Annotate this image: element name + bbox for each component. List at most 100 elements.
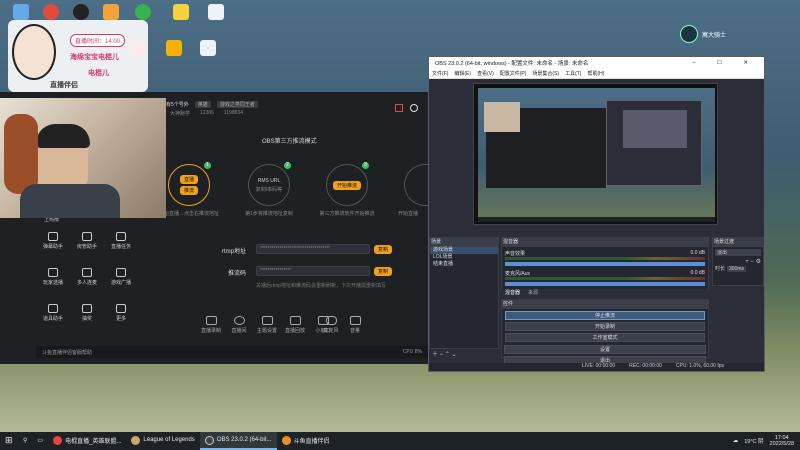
taskbar: ⊞ ⚲ ▭ 电棍直播_英雄联盟... League of Legends OBS… [0, 432, 800, 450]
app-stat-2: 12306 [200, 110, 214, 116]
rtmp-copy-button[interactable]: 复制 [374, 245, 393, 254]
desktop-icon-7[interactable] [203, 4, 229, 21]
overlay-avatar [12, 24, 56, 80]
step-1-button-push[interactable]: 推流 [179, 186, 198, 195]
obs-mode-heading: OBS第三方推流模式 [262, 139, 317, 145]
tab-sources[interactable]: 来源 [528, 289, 538, 298]
menu-room-admin[interactable]: 房管助手 [74, 232, 100, 250]
mixer-item-1-value: 0.0 dB [690, 250, 705, 256]
weather-text[interactable]: 19°C 阴 [744, 437, 763, 445]
stream-key-copy-button[interactable]: 复制 [374, 267, 393, 276]
scene-item[interactable]: 游戏场景 [430, 247, 498, 254]
stop-streaming-button[interactable]: 停止推流 [505, 311, 705, 320]
settings-button-visible[interactable]: 设置 [504, 345, 706, 354]
stream-key-input[interactable]: **************** [256, 266, 370, 276]
weather-icon[interactable]: ☁ [733, 438, 739, 444]
desktop-icon-10[interactable] [195, 40, 221, 57]
webcam-plush [4, 114, 38, 194]
app-stat-3: 1198834 [223, 110, 244, 116]
taskbar-item-lol[interactable]: League of Legends [126, 432, 199, 450]
menu-multi-mic[interactable]: 多人连麦 [74, 268, 100, 286]
app-close-icon[interactable] [410, 104, 418, 112]
menu-game-broadcast[interactable]: 游戏广播 [108, 268, 134, 286]
desktop-app-icon-right[interactable]: 寓大骑士 [680, 22, 760, 46]
mixer-item-2-meter [505, 277, 705, 280]
clock-date: 2022/5/28 [769, 441, 794, 447]
start-button[interactable]: ⊞ [0, 432, 18, 450]
left-menu-grid: 弹幕助手 房管助手 直播任务 玩家选播 多人连麦 游戏广播 道具助手 抽奖 更多 [40, 232, 140, 352]
desktop-right-label: 寓大骑士 [702, 32, 727, 39]
preview-webcam [484, 102, 520, 132]
tab-mixer[interactable]: 混音器 [505, 289, 520, 298]
menu-props[interactable]: 道具助手 [40, 304, 66, 322]
tool-record[interactable]: 直播录制 [196, 316, 226, 334]
menu-more[interactable]: 更多 [108, 304, 134, 322]
step-1-button-live[interactable]: 直播 [179, 175, 198, 184]
mixer-item-1-slider[interactable] [505, 262, 705, 266]
desktop-icon-4[interactable] [98, 4, 124, 21]
obs-preview[interactable] [473, 83, 718, 225]
obs-window: OBS 23.0.2 (64-bit, windows) - 配置文件: 未命名… [428, 56, 765, 372]
obs-menu-tools[interactable]: 工具(T) [565, 70, 581, 77]
stream-key-label: 推流码 [228, 271, 247, 277]
preview-inner-desktop [478, 88, 715, 222]
taskbar-item-chrome[interactable]: 电棍直播_英雄联盟... [48, 432, 126, 450]
obs-menu-edit[interactable]: 编辑(E) [454, 70, 471, 77]
transition-add-remove[interactable]: + − ⚙ [715, 258, 761, 265]
rtmp-input[interactable]: ************************************ [256, 244, 370, 254]
tool-room[interactable]: 直播间 [224, 316, 254, 334]
taskbar-item-obs[interactable]: OBS 23.0.2 (64-bit... [199, 432, 277, 450]
app-cpu-text: CPU 8% [402, 349, 422, 355]
step-1-circle: 直播 推流 [168, 164, 210, 206]
tool-theme[interactable]: 主题设置 [252, 316, 282, 334]
desktop-icon-5[interactable] [130, 4, 156, 21]
app-tag-2[interactable]: 游戏之类同王者 [216, 100, 258, 108]
step-3-caption: 第三方推流软件开始推流 [319, 211, 375, 217]
desktop-icon-2[interactable] [38, 4, 64, 21]
bottom-toolbar: 直播录制 直播间 主题设置 直播回放 小窗口 麦克风 音量 [140, 316, 428, 346]
menu-player[interactable]: 玩家选播 [40, 268, 66, 286]
app-tag-1[interactable]: 英雄 [194, 100, 211, 108]
step-3-start-push[interactable]: 开始推流 [332, 180, 361, 190]
obs-menu-scenes[interactable]: 场景集合(S) [532, 70, 559, 77]
transition-header: 场景过渡 [712, 237, 764, 246]
scenes-toolbar[interactable]: ＋ − ⌃ ⌄ [429, 349, 499, 359]
desktop-icon-1[interactable] [8, 4, 34, 21]
menu-task[interactable]: 直播任务 [108, 232, 134, 250]
app-help-text[interactable]: 斗鱼直播伴侣客服帮助 [42, 349, 92, 356]
menu-lottery[interactable]: 抽奖 [74, 304, 100, 322]
tool-volume[interactable]: 音量 [340, 316, 370, 334]
mixer-header: 混音器 [501, 237, 709, 246]
start-recording-button[interactable]: 开始录制 [505, 322, 705, 331]
search-icon[interactable]: ⚲ [18, 432, 32, 450]
obs-title-text: OBS 23.0.2 (64-bit, windows) - 配置文件: 未命名… [435, 61, 589, 67]
status-live: LIVE: 00:00:00 [582, 363, 616, 369]
duration-input[interactable]: 300ms [727, 265, 747, 272]
taskbar-item-douyu[interactable]: 斗鱼直播伴侣 [277, 432, 335, 450]
mixer-item-2-slider[interactable] [505, 282, 705, 286]
mixer-item-1-name: 声音效果 [505, 251, 526, 257]
scene-item[interactable]: LOL场景 [430, 254, 498, 261]
clock[interactable]: 17:04 2022/5/28 [770, 435, 794, 447]
obs-menu-profile[interactable]: 配置文件(P) [500, 70, 527, 77]
duration-label: 时长 [715, 266, 726, 272]
desktop-icon-3[interactable] [68, 4, 94, 21]
desktop-icon-9[interactable] [161, 40, 187, 57]
mixer-item-1-meter [505, 257, 705, 260]
desktop-icon-6[interactable] [168, 4, 194, 21]
transition-type[interactable]: 淡出 [715, 249, 761, 256]
menu-danmu[interactable]: 弹幕助手 [40, 232, 66, 250]
obs-window-controls[interactable]: – ☐ ✕ [692, 60, 764, 66]
scene-item[interactable]: 结束直播 [430, 261, 498, 268]
mixer-tabs: 混音器 来源 [501, 289, 709, 298]
obs-menu-help[interactable]: 帮助(H) [587, 70, 604, 77]
studio-mode-button[interactable]: 工作室模式 [505, 333, 705, 342]
obs-menu-file[interactable]: 文件(F) [432, 70, 448, 77]
overlay-brand: 海绵宝宝电棍儿 [70, 54, 119, 61]
overlay-nick: 电棍儿 [88, 70, 109, 77]
obs-menu-view[interactable]: 查看(V) [477, 70, 494, 77]
app-shop-icon[interactable] [395, 104, 403, 112]
tool-replay[interactable]: 直播回放 [280, 316, 310, 334]
step-3-circle: 开始推流 [326, 164, 368, 206]
task-view-icon[interactable]: ▭ [32, 432, 48, 450]
